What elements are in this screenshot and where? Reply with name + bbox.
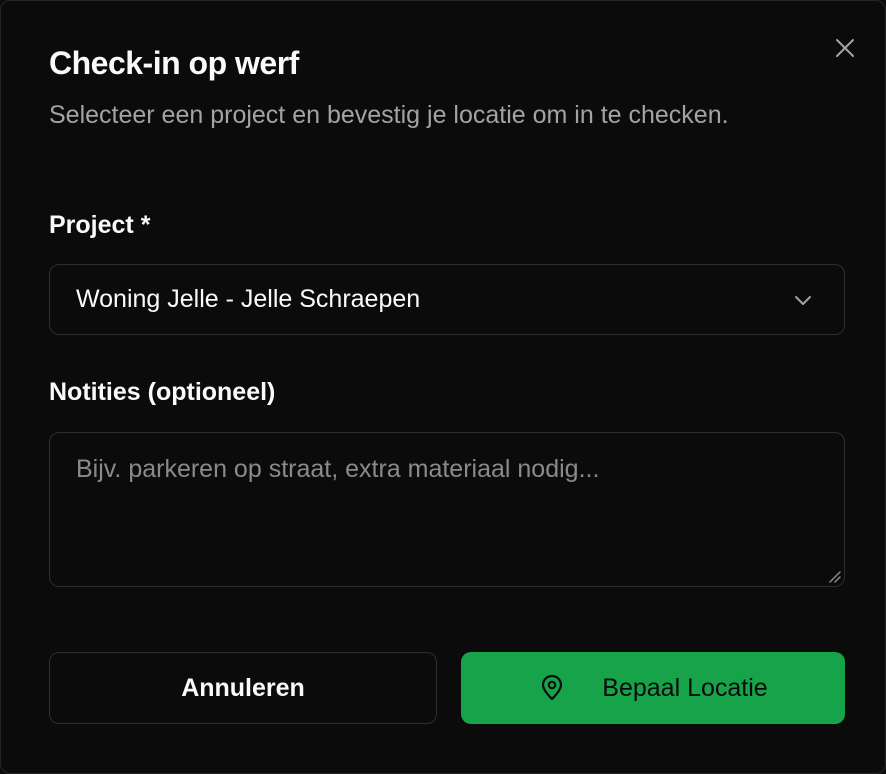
map-pin-icon — [542, 674, 563, 701]
dialog-title: Check-in op werf — [49, 45, 299, 81]
cancel-button[interactable]: Annuleren — [49, 652, 437, 724]
notes-textarea[interactable] — [49, 432, 845, 587]
x-icon — [836, 39, 854, 57]
chevron-down-icon — [795, 296, 811, 305]
check-in-dialog: Check-in op werf Selecteer een project e… — [0, 0, 886, 774]
resize-grip-icon[interactable] — [827, 569, 841, 583]
notes-label: Notities (optioneel) — [49, 378, 276, 406]
project-select-value: Woning Jelle - Jelle Schraepen — [76, 285, 421, 313]
cancel-button-label: Annuleren — [181, 673, 305, 702]
determine-location-button[interactable]: Bepaal Locatie — [461, 652, 845, 724]
project-select[interactable]: Woning Jelle - Jelle Schraepen — [49, 264, 845, 335]
close-button[interactable] — [831, 34, 859, 62]
project-label: Project * — [49, 211, 151, 239]
determine-location-label: Bepaal Locatie — [602, 673, 768, 702]
dialog-subtitle: Selecteer een project en bevestig je loc… — [49, 101, 729, 129]
